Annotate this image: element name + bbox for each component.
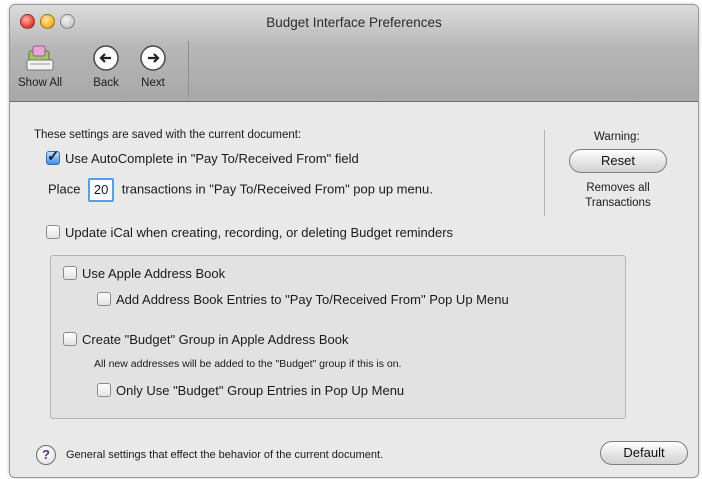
add-entries-label: Add Address Book Entries to "Pay To/Rece… [116,292,509,307]
only-group-option[interactable]: Only Use "Budget" Group Entries in Pop U… [97,383,404,398]
saved-with-document-note: These settings are saved with the curren… [34,129,302,141]
only-group-checkbox[interactable] [97,383,111,397]
back-button[interactable]: Back [91,43,121,89]
removes-all-label: Removes all [586,182,650,194]
reset-button[interactable]: Reset [569,149,667,173]
only-group-label: Only Use "Budget" Group Entries in Pop U… [116,383,405,398]
warning-divider [544,130,545,216]
autocomplete-checkbox[interactable] [46,147,60,165]
help-icon[interactable]: ? [36,445,56,465]
transactions-count-row: Place 20 transactions in "Pay To/Receive… [48,178,433,202]
transactions-suffix-label: transactions in "Pay To/Received From" p… [121,181,433,197]
create-group-checkbox[interactable] [63,332,77,346]
default-button[interactable]: Default [600,441,688,465]
create-group-option[interactable]: Create "Budget" Group in Apple Address B… [63,332,349,347]
footer-description: General settings that effect the behavio… [66,449,384,461]
window-title: Budget Interface Preferences [266,15,442,30]
show-all-button[interactable]: Show All [18,43,62,89]
warning-label: Warning: [594,131,640,143]
show-all-icon [26,45,54,71]
ical-label: Update iCal when creating, recording, or… [65,225,454,240]
preferences-content: These settings are saved with the curren… [10,102,698,477]
back-arrow-icon [93,45,119,71]
transactions-label: Transactions [585,197,651,209]
title-bar: Budget Interface Preferences Show All Ba… [10,5,698,102]
use-address-book-option[interactable]: Use Apple Address Book [63,266,225,281]
next-arrow-icon [140,45,166,71]
use-address-book-label: Use Apple Address Book [82,266,226,281]
group-note: All new addresses will be added to the "… [94,358,402,370]
next-button[interactable]: Next [138,43,168,89]
ical-option[interactable]: Update iCal when creating, recording, or… [46,225,453,240]
transactions-count-field[interactable]: 20 [88,178,115,202]
next-label: Next [141,77,165,89]
add-entries-option[interactable]: Add Address Book Entries to "Pay To/Rece… [97,292,509,307]
add-entries-checkbox[interactable] [97,292,111,306]
preferences-window: Budget Interface Preferences Show All Ba… [9,4,699,478]
use-address-book-checkbox[interactable] [63,266,77,280]
place-label: Place [48,181,81,197]
show-all-label: Show All [18,77,63,89]
autocomplete-label: Use AutoComplete in "Pay To/Received Fro… [65,151,359,166]
ical-checkbox[interactable] [46,225,60,239]
create-group-label: Create "Budget" Group in Apple Address B… [82,332,349,347]
back-label: Back [93,77,119,89]
autocomplete-option[interactable]: Use AutoComplete in "Pay To/Received Fro… [46,147,359,166]
toolbar-divider [188,41,189,97]
